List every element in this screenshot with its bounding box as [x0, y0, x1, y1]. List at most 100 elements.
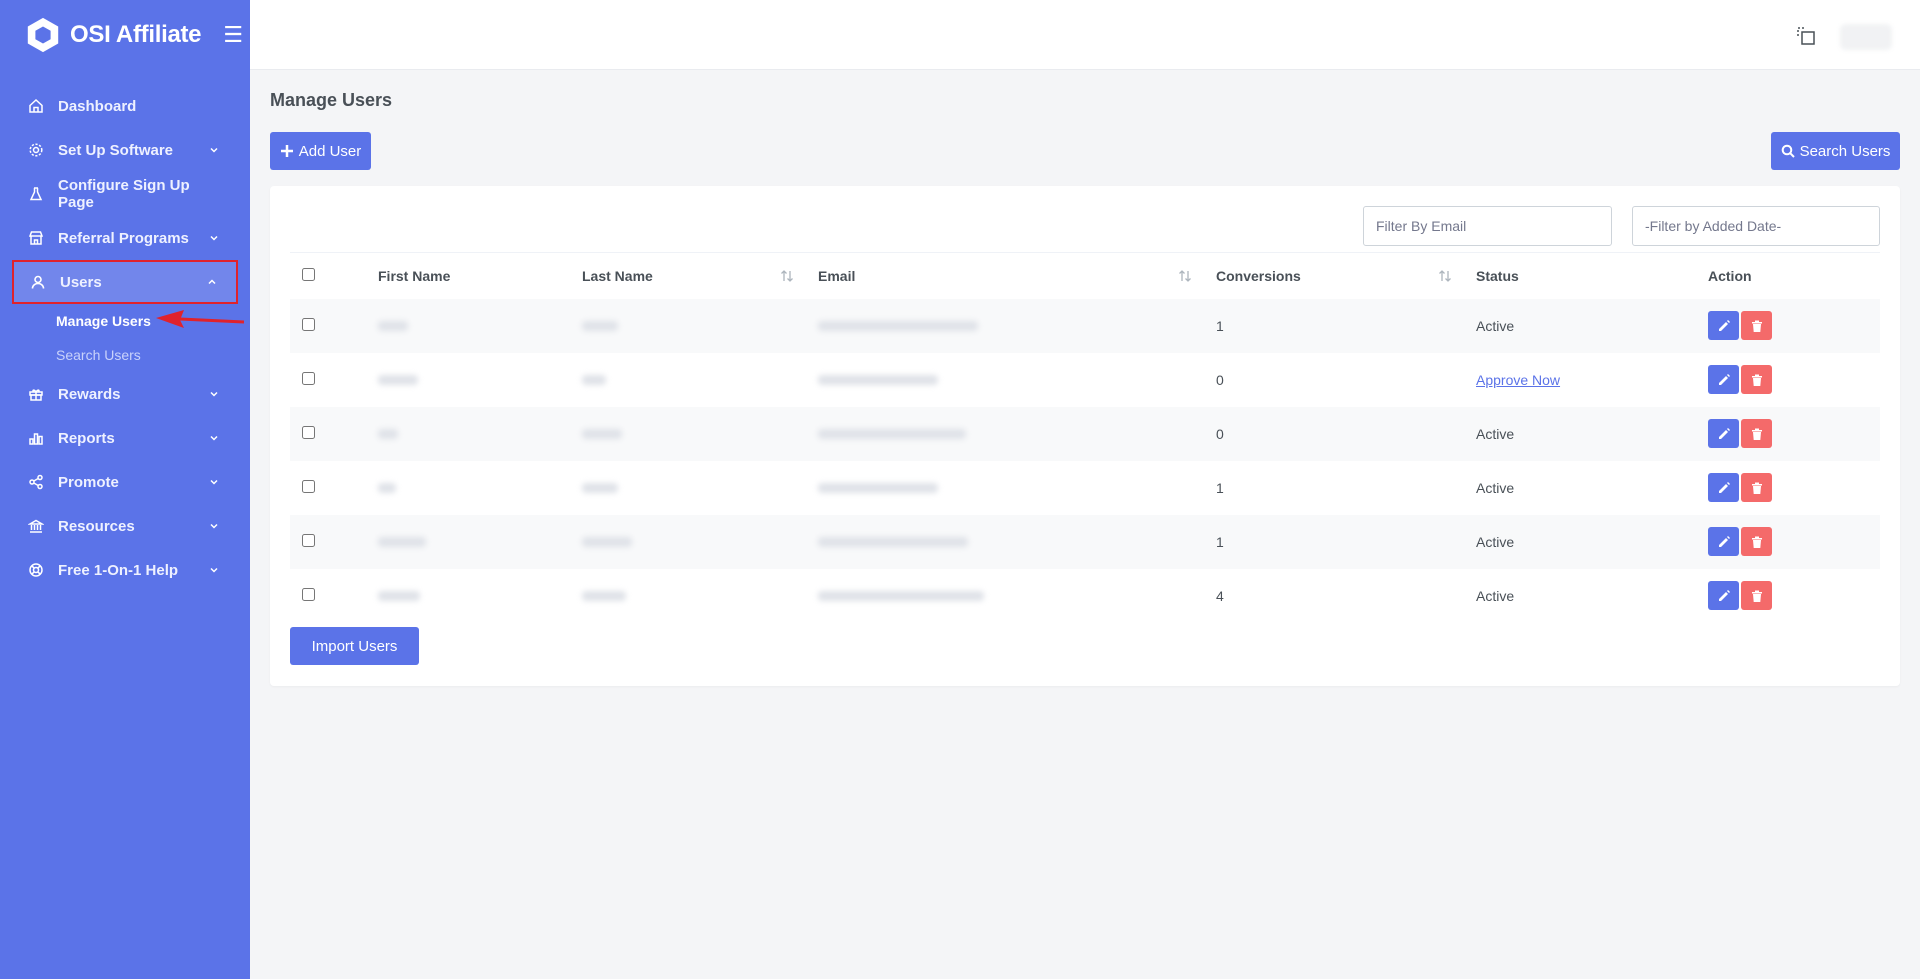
filter-date-input[interactable] [1632, 206, 1880, 246]
row-checkbox[interactable] [302, 425, 315, 439]
trash-icon [1751, 320, 1762, 332]
filter-email-input[interactable] [1363, 206, 1612, 246]
delete-button[interactable] [1741, 581, 1772, 610]
edit-button[interactable] [1708, 311, 1739, 340]
menu-toggle-icon[interactable]: ☰ [223, 24, 243, 46]
row-checkbox[interactable] [302, 317, 315, 331]
store-icon [28, 230, 44, 246]
edit-button[interactable] [1708, 473, 1739, 502]
table-row: 0 Active [290, 406, 1880, 461]
sidebar-item-free-help[interactable]: Free 1-On-1 Help [0, 548, 250, 592]
edit-button[interactable] [1708, 419, 1739, 448]
delete-button[interactable] [1741, 473, 1772, 502]
col-conversions[interactable]: Conversions [1204, 252, 1464, 299]
search-icon [1781, 144, 1795, 158]
col-first-name[interactable]: First Name [366, 252, 570, 299]
sidebar-item-set-up-software[interactable]: Set Up Software [0, 128, 250, 172]
row-checkbox[interactable] [302, 479, 315, 493]
chevron-down-icon [210, 479, 218, 485]
status-text: Active [1476, 317, 1515, 334]
sort-icon[interactable] [1438, 270, 1452, 282]
row-checkbox[interactable] [302, 371, 315, 385]
email-redacted [818, 536, 968, 547]
pencil-icon [1718, 319, 1730, 331]
conversions-cell: 1 [1216, 317, 1224, 334]
pencil-icon [1718, 481, 1730, 493]
conversions-cell: 0 [1216, 371, 1224, 388]
trash-icon [1751, 536, 1762, 548]
flask-icon [28, 186, 44, 202]
brand[interactable]: OSI Affiliate ☰ [0, 0, 250, 70]
sidebar-item-label: Dashboard [58, 97, 137, 115]
sidebar-item-reports[interactable]: Reports [0, 416, 250, 460]
delete-button[interactable] [1741, 365, 1772, 394]
conversions-cell: 4 [1216, 587, 1224, 604]
gift-icon [28, 386, 44, 402]
brand-name: OSI Affiliate [70, 21, 202, 48]
chevron-down-icon [210, 567, 218, 573]
sidebar: OSI Affiliate ☰ Dashboard Set Up Softwar… [0, 0, 250, 979]
sidebar-item-referral-programs[interactable]: Referral Programs [0, 216, 250, 260]
column-header-label: First Name [378, 267, 451, 284]
chevron-down-icon [210, 235, 218, 241]
sort-icon[interactable] [1178, 270, 1192, 282]
trash-icon [1751, 428, 1762, 440]
status-text: Active [1476, 533, 1515, 550]
chevron-up-icon [208, 279, 216, 285]
email-redacted [818, 374, 938, 385]
sidebar-item-configure-sign-up-page[interactable]: Configure Sign Up Page [0, 172, 250, 216]
sidebar-item-label: Configure Sign Up Page [58, 177, 190, 211]
sidebar-subitem-label: Manage Users [56, 313, 151, 329]
import-users-button[interactable]: Import Users [290, 627, 419, 665]
status-text: Active [1476, 479, 1515, 496]
chevron-down-icon [210, 391, 218, 397]
col-last-name[interactable]: Last Name [570, 252, 806, 299]
sidebar-item-promote[interactable]: Promote [0, 460, 250, 504]
approve-now-link[interactable]: Approve Now [1476, 372, 1560, 388]
row-checkbox[interactable] [302, 587, 315, 601]
pencil-icon [1718, 427, 1730, 439]
email-redacted [818, 320, 978, 331]
email-redacted [818, 482, 938, 493]
share-icon [28, 474, 44, 490]
sidebar-subitem-search-users[interactable]: Search Users [0, 338, 250, 372]
first-name-redacted [378, 590, 420, 601]
conversions-cell: 0 [1216, 425, 1224, 442]
red-arrow-annotation-icon [156, 310, 245, 328]
last-name-redacted [582, 428, 622, 439]
edit-button[interactable] [1708, 527, 1739, 556]
fullscreen-icon[interactable] [1796, 26, 1816, 46]
status-text: Active [1476, 587, 1515, 604]
sort-icon[interactable] [780, 270, 794, 282]
delete-button[interactable] [1741, 419, 1772, 448]
sidebar-item-label: Referral Programs [58, 229, 189, 247]
pencil-icon [1718, 589, 1730, 601]
add-user-button[interactable]: Add User [270, 132, 371, 170]
col-email[interactable]: Email [806, 252, 1204, 299]
bank-icon [28, 518, 44, 534]
last-name-redacted [582, 482, 618, 493]
delete-button[interactable] [1741, 311, 1772, 340]
trash-icon [1751, 590, 1762, 602]
home-icon [28, 98, 44, 114]
sidebar-item-label: Free 1-On-1 Help [58, 561, 179, 579]
edit-button[interactable] [1708, 365, 1739, 394]
sidebar-item-resources[interactable]: Resources [0, 504, 250, 548]
table-row: 4 Active [290, 569, 1880, 623]
sidebar-subitem-label: Search Users [56, 347, 141, 363]
conversions-cell: 1 [1216, 479, 1224, 496]
sidebar-item-users[interactable]: Users [12, 260, 238, 304]
select-all-checkbox[interactable] [302, 267, 315, 281]
trash-icon [1751, 482, 1762, 494]
lifebuoy-icon [28, 562, 44, 578]
sidebar-item-rewards[interactable]: Rewards [0, 372, 250, 416]
sidebar-item-dashboard[interactable]: Dashboard [0, 84, 250, 128]
edit-button[interactable] [1708, 581, 1739, 610]
delete-button[interactable] [1741, 527, 1772, 556]
user-avatar[interactable] [1840, 24, 1892, 50]
last-name-redacted [582, 536, 632, 547]
select-all-cell [290, 252, 366, 299]
row-checkbox[interactable] [302, 533, 315, 547]
table-row: 1 Active [290, 514, 1880, 569]
search-users-button[interactable]: Search Users [1771, 132, 1900, 170]
